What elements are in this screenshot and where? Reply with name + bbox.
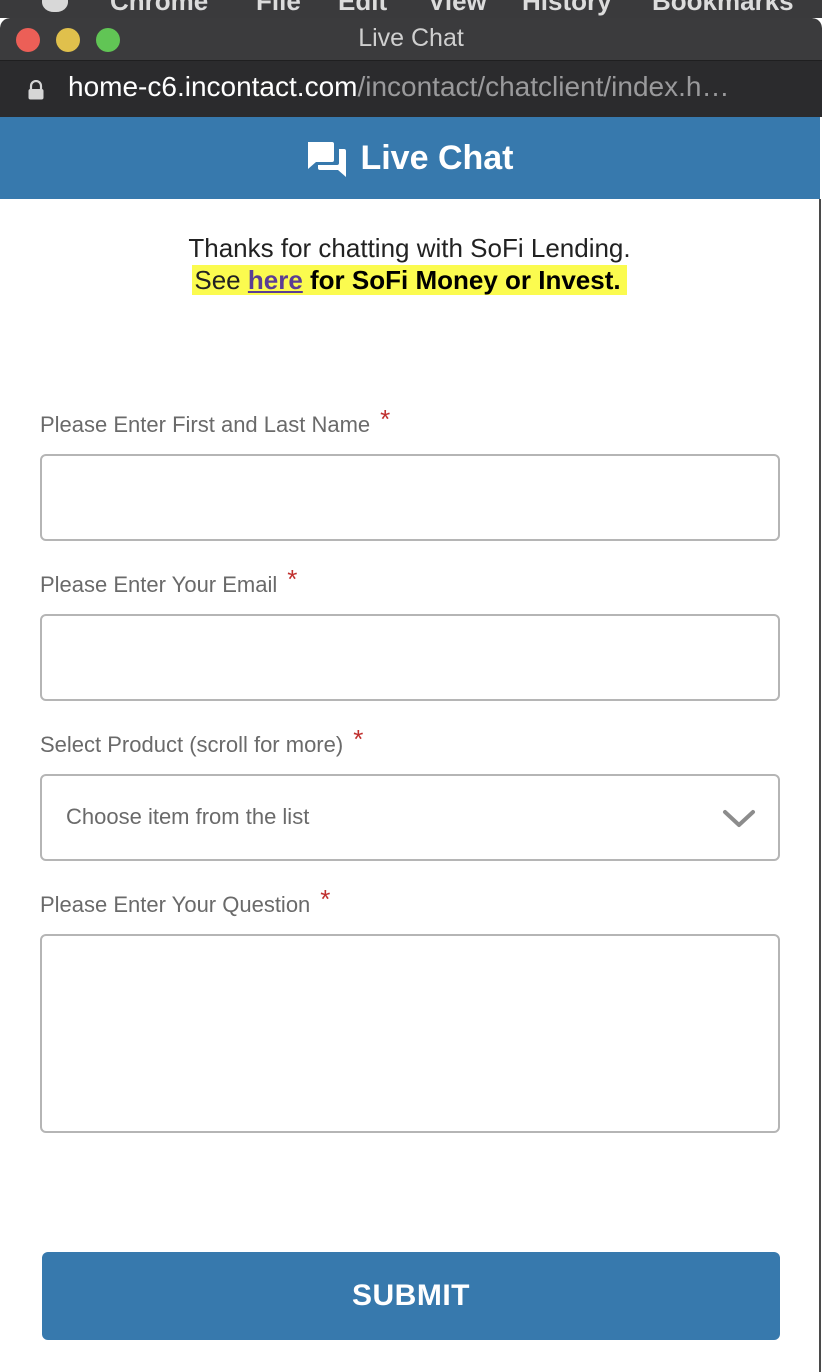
apple-icon[interactable] [42,0,68,12]
url-path: /incontact/chatclient/index.h… [357,71,730,102]
url-text[interactable]: home-c6.incontact.com/incontact/chatclie… [68,71,798,103]
email-input[interactable] [40,614,780,701]
required-marker: * [287,564,298,594]
name-label-text: Please Enter First and Last Name [40,412,371,437]
product-label: Select Product (scroll for more) * [40,724,363,759]
sofi-money-invest-link[interactable]: here [248,265,303,295]
chevron-down-icon [723,810,755,827]
menu-edit[interactable]: Edit [338,0,387,17]
address-bar[interactable]: home-c6.incontact.com/incontact/chatclie… [0,61,822,117]
question-textarea[interactable] [40,934,780,1133]
window-titlebar[interactable]: Live Chat [0,18,822,61]
intro-highlight: See here for SoFi Money or Invest. [192,265,627,295]
chat-bubbles-icon [308,142,347,177]
required-marker: * [353,724,364,754]
product-label-text: Select Product (scroll for more) [40,732,344,757]
required-marker: * [380,404,391,434]
menu-chrome[interactable]: Chrome [110,0,208,17]
name-label: Please Enter First and Last Name * [40,404,390,439]
url-domain: home-c6.incontact.com [68,71,358,102]
header-title: Live Chat [360,138,514,177]
macos-menu-bar: Chrome File Edit View History Bookmarks [0,0,822,18]
intro-message: Thanks for chatting with SoFi Lending. S… [0,232,819,296]
question-label-text: Please Enter Your Question [40,892,311,917]
lock-icon [28,80,44,100]
window-title: Live Chat [358,24,464,52]
menu-view[interactable]: View [428,0,487,17]
menu-file[interactable]: File [256,0,301,17]
browser-window: Live Chat home-c6.incontact.com/incontac… [0,18,822,1372]
intro-line-1: Thanks for chatting with SoFi Lending. [188,233,631,263]
intro-line-2-prefix: See [194,265,248,295]
chat-header: Live Chat [0,117,820,199]
chat-form-content: Thanks for chatting with SoFi Lending. S… [0,199,821,1372]
product-select[interactable]: Choose item from the list [40,774,780,861]
email-label-text: Please Enter Your Email [40,572,278,597]
required-marker: * [320,884,331,914]
email-label: Please Enter Your Email * [40,564,297,599]
menu-history[interactable]: History [522,0,612,17]
submit-button[interactable]: SUBMIT [42,1252,780,1340]
name-input[interactable] [40,454,780,541]
product-selected-value: Choose item from the list [66,804,310,829]
menu-bookmarks[interactable]: Bookmarks [652,0,794,17]
question-label: Please Enter Your Question * [40,884,330,919]
intro-line-2: See here for SoFi Money or Invest. [0,264,819,296]
intro-line-2-suffix: for SoFi Money or Invest. [302,265,621,295]
